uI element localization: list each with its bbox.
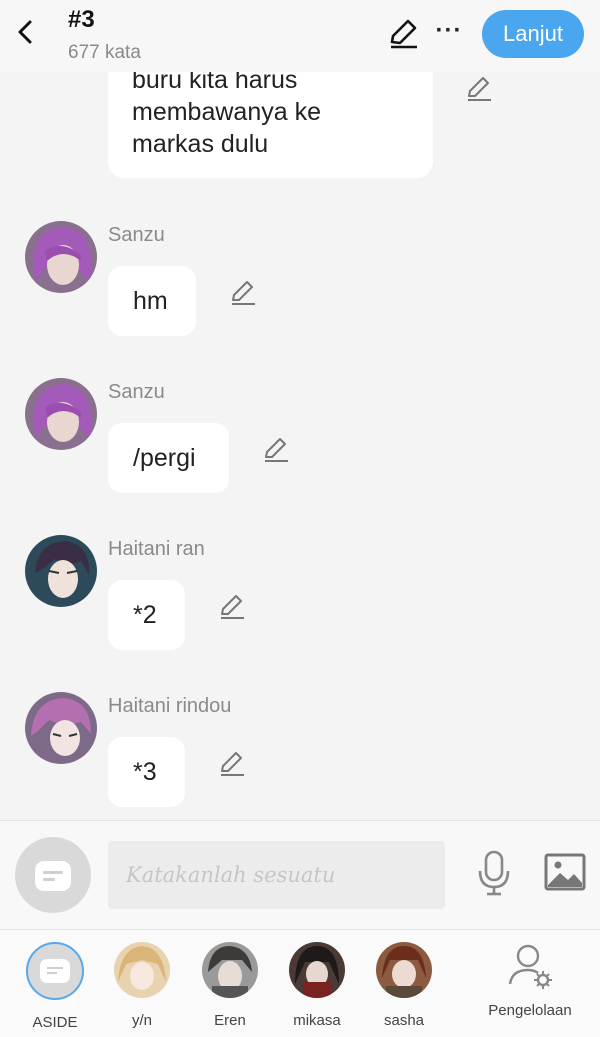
edit-icon[interactable] xyxy=(217,592,247,622)
sender-name: Sanzu xyxy=(108,224,165,246)
composer-bar xyxy=(0,820,600,930)
character-label: ASIDE xyxy=(32,1014,78,1031)
message-line: membawanya ke xyxy=(132,98,321,126)
avatar xyxy=(114,942,170,998)
message-text: buru kita harus membawanya ke markas dul… xyxy=(132,64,422,160)
chat-area[interactable]: buru kita harus membawanya ke markas dul… xyxy=(0,0,600,820)
character-mikasa[interactable]: mikasa xyxy=(277,942,357,1029)
message-bubble[interactable]: *3 xyxy=(108,737,185,807)
chat-bubble-icon xyxy=(26,942,84,1000)
pencil-icon[interactable] xyxy=(388,18,420,50)
character-sasha[interactable]: sasha xyxy=(364,942,444,1029)
sender-name: Haitani rindou xyxy=(108,695,232,717)
microphone-icon[interactable] xyxy=(474,849,514,897)
message-bubble[interactable]: *2 xyxy=(108,580,185,650)
sender-name: Haitani ran xyxy=(108,538,205,560)
avatar-image xyxy=(25,692,97,764)
avatar xyxy=(376,942,432,998)
avatar-image xyxy=(25,221,97,293)
top-bar: #3 677 kata ··· Lanjut xyxy=(0,0,600,72)
edit-icon[interactable] xyxy=(217,749,247,779)
message-line: markas dulu xyxy=(132,130,269,158)
manage-label: Pengelolaan xyxy=(488,1002,572,1019)
image-icon[interactable] xyxy=(544,853,586,891)
message-bubble[interactable]: hm xyxy=(108,266,196,336)
message-bubble[interactable]: /pergi xyxy=(108,423,229,493)
character-label: y/n xyxy=(131,1012,152,1029)
back-arrow-icon[interactable] xyxy=(12,16,40,48)
edit-icon[interactable] xyxy=(228,278,258,308)
character-selector: ASIDE y/n Eren mikasa sasha Pengelolaan xyxy=(0,930,600,1037)
character-eren[interactable]: Eren xyxy=(190,942,270,1029)
avatar xyxy=(202,942,258,998)
more-options-icon[interactable]: ··· xyxy=(434,16,464,46)
avatar[interactable] xyxy=(25,378,97,450)
aside-toggle-button[interactable] xyxy=(15,837,91,913)
avatar-image xyxy=(25,378,97,450)
character-label: sasha xyxy=(383,1012,425,1029)
word-count: 677 kata xyxy=(68,42,141,63)
avatar-image xyxy=(25,535,97,607)
message-input[interactable] xyxy=(108,841,445,909)
chat-bubble-icon xyxy=(35,861,71,891)
avatar[interactable] xyxy=(25,221,97,293)
avatar xyxy=(289,942,345,998)
next-button[interactable]: Lanjut xyxy=(482,10,584,58)
character-yn[interactable]: y/n xyxy=(102,942,182,1029)
avatar[interactable] xyxy=(25,692,97,764)
edit-icon[interactable] xyxy=(464,74,494,104)
sender-name: Sanzu xyxy=(108,381,165,403)
edit-icon[interactable] xyxy=(261,435,291,465)
character-aside[interactable]: ASIDE xyxy=(15,942,95,1031)
user-settings-icon xyxy=(508,944,552,989)
character-label: Eren xyxy=(214,1012,246,1029)
avatar[interactable] xyxy=(25,535,97,607)
manage-characters-button[interactable]: Pengelolaan xyxy=(478,942,582,1019)
character-label: mikasa xyxy=(293,1012,341,1029)
page-title: #3 xyxy=(68,6,95,33)
